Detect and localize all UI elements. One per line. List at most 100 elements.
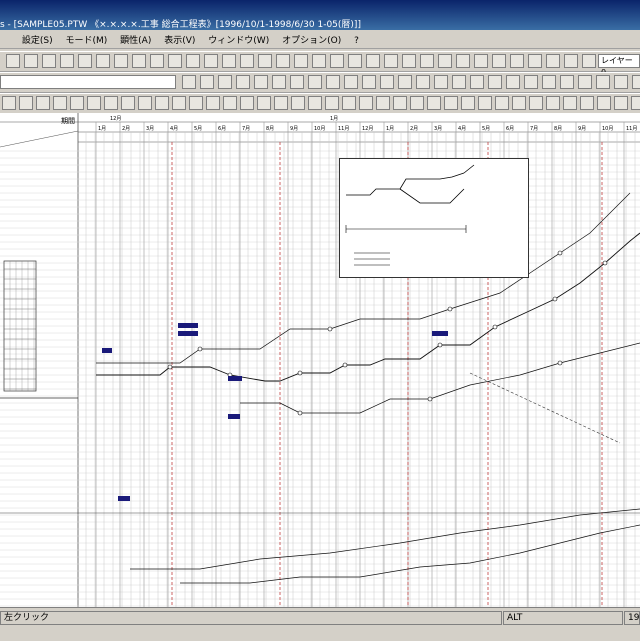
toolbar2-button[interactable] <box>308 75 322 89</box>
toolbar2-button[interactable] <box>488 75 502 89</box>
toolbar2-button[interactable] <box>200 75 214 89</box>
toolbar1-button[interactable] <box>60 54 74 68</box>
toolbar1-button[interactable] <box>510 54 524 68</box>
toolbar1-button[interactable] <box>348 54 362 68</box>
toolbar1-button[interactable] <box>222 54 236 68</box>
toolbar2-button[interactable] <box>344 75 358 89</box>
toolbar2-button[interactable] <box>596 75 610 89</box>
toolbar2-button[interactable] <box>470 75 484 89</box>
toolbar1-button[interactable] <box>258 54 272 68</box>
toolbar1-button[interactable] <box>6 54 20 68</box>
toolbar2-button[interactable] <box>524 75 538 89</box>
toolbar3-button[interactable] <box>580 96 594 110</box>
toolbar1-button[interactable] <box>78 54 92 68</box>
toolbar2-button[interactable] <box>614 75 628 89</box>
toolbar3-button[interactable] <box>172 96 186 110</box>
toolbar2-button[interactable] <box>452 75 466 89</box>
toolbar1-button[interactable] <box>528 54 542 68</box>
toolbar2-button[interactable] <box>578 75 592 89</box>
toolbar2-button[interactable] <box>434 75 448 89</box>
toolbar3-button[interactable] <box>410 96 424 110</box>
toolbar3-button[interactable] <box>87 96 101 110</box>
toolbar3-button[interactable] <box>19 96 33 110</box>
toolbar1-button[interactable] <box>240 54 254 68</box>
toolbar1-button[interactable] <box>24 54 38 68</box>
menu-help[interactable]: ? <box>349 34 364 48</box>
toolbar1-button[interactable] <box>114 54 128 68</box>
toolbar3-button[interactable] <box>36 96 50 110</box>
toolbar3-button[interactable] <box>529 96 543 110</box>
toolbar3-button[interactable] <box>631 96 640 110</box>
toolbar2-button[interactable] <box>632 75 640 89</box>
toolbar2-button[interactable] <box>290 75 304 89</box>
toolbar3-button[interactable] <box>308 96 322 110</box>
toolbar3-button[interactable] <box>495 96 509 110</box>
toolbar1-button[interactable] <box>492 54 506 68</box>
toolbar2-button[interactable] <box>398 75 412 89</box>
toolbar3-button[interactable] <box>325 96 339 110</box>
toolbar2-button[interactable] <box>380 75 394 89</box>
toolbar3-button[interactable] <box>376 96 390 110</box>
toolbar1-button[interactable] <box>456 54 470 68</box>
toolbar1-button[interactable] <box>384 54 398 68</box>
toolbar1-button[interactable] <box>366 54 380 68</box>
toolbar3-button[interactable] <box>359 96 373 110</box>
menu-mode[interactable]: モード(M) <box>61 31 113 48</box>
toolbar3-button[interactable] <box>291 96 305 110</box>
toolbar3-button[interactable] <box>342 96 356 110</box>
toolbar3-button[interactable] <box>53 96 67 110</box>
toolbar1-button[interactable] <box>186 54 200 68</box>
menu-view[interactable]: 表示(V) <box>159 31 200 48</box>
toolbar3-button[interactable] <box>512 96 526 110</box>
toolbar2-button[interactable] <box>254 75 268 89</box>
toolbar1-button[interactable] <box>402 54 416 68</box>
toolbar3-button[interactable] <box>427 96 441 110</box>
toolbar3-button[interactable] <box>138 96 152 110</box>
toolbar2-button[interactable] <box>272 75 286 89</box>
toolbar3-button[interactable] <box>2 96 16 110</box>
menu-settings[interactable]: 設定(S) <box>17 31 58 48</box>
layer-select[interactable]: レイヤー 0 <box>598 54 640 77</box>
toolbar1-button[interactable] <box>132 54 146 68</box>
toolbar3-button[interactable] <box>189 96 203 110</box>
toolbar3-button[interactable] <box>563 96 577 110</box>
toolbar1-button[interactable] <box>42 54 56 68</box>
toolbar3-button[interactable] <box>614 96 628 110</box>
toolbar1-button[interactable] <box>168 54 182 68</box>
toolbar1-button[interactable] <box>546 54 560 68</box>
menu-options[interactable]: オプション(O) <box>277 31 346 48</box>
toolbar3-button[interactable] <box>121 96 135 110</box>
toolbar1-button[interactable] <box>438 54 452 68</box>
toolbar2-button[interactable] <box>326 75 340 89</box>
toolbar1-button[interactable] <box>204 54 218 68</box>
toolbar2-button[interactable] <box>218 75 232 89</box>
toolbar3-button[interactable] <box>70 96 84 110</box>
toolbar3-button[interactable] <box>240 96 254 110</box>
toolbar1-button[interactable] <box>294 54 308 68</box>
toolbar1-button[interactable] <box>96 54 110 68</box>
toolbar2-button[interactable] <box>560 75 574 89</box>
toolbar3-button[interactable] <box>257 96 271 110</box>
toolbar3-button[interactable] <box>223 96 237 110</box>
toolbar3-button[interactable] <box>104 96 118 110</box>
toolbar1-button[interactable] <box>420 54 434 68</box>
toolbar2-button[interactable] <box>236 75 250 89</box>
toolbar1-button[interactable] <box>150 54 164 68</box>
schedule-chart[interactable]: 1月 2月 3月 4月 5月 6月 7月 8月 9月 10月 11月 12月 1月 2月 3月 4月 5月 6月 7… <box>0 113 640 607</box>
toolbar2-button[interactable] <box>182 75 196 89</box>
toolbar1-button[interactable] <box>582 54 596 68</box>
toolbar3-button[interactable] <box>597 96 611 110</box>
toolbar3-button[interactable] <box>461 96 475 110</box>
toolbar2-button[interactable] <box>506 75 520 89</box>
toolbar3-button[interactable] <box>444 96 458 110</box>
toolbar3-button[interactable] <box>546 96 560 110</box>
toolbar1-button[interactable] <box>564 54 578 68</box>
toolbar1-button[interactable] <box>276 54 290 68</box>
toolbar3-button[interactable] <box>393 96 407 110</box>
toolbar2-button[interactable] <box>416 75 430 89</box>
toolbar2-button[interactable] <box>362 75 376 89</box>
toolbar3-button[interactable] <box>274 96 288 110</box>
toolbar3-button[interactable] <box>155 96 169 110</box>
toolbar1-button[interactable] <box>312 54 326 68</box>
menu-arrange[interactable]: 顕性(A) <box>115 31 156 48</box>
